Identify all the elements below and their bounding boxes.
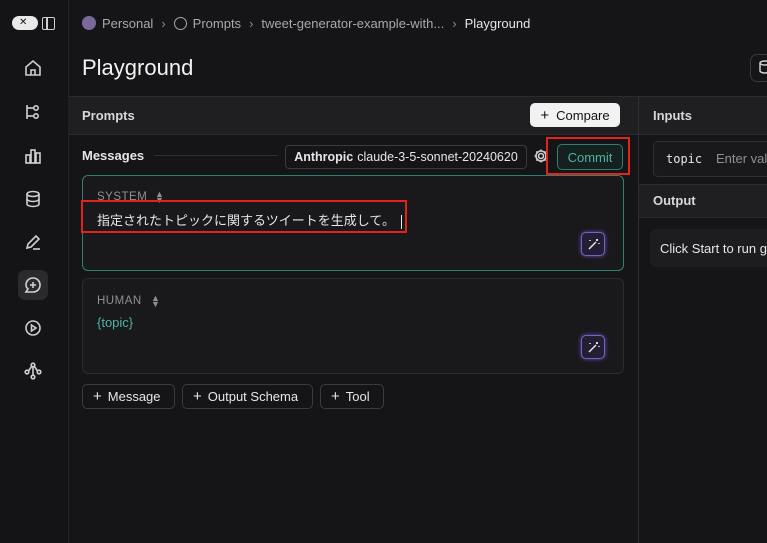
charts-icon[interactable] — [18, 141, 48, 171]
add-output-schema-label: Output Schema — [207, 389, 299, 404]
output-hint-box: Click Start to run g — [650, 229, 767, 267]
prompts-panel-header: Prompts + Compare — [68, 96, 638, 135]
chevron-right-icon: › — [452, 15, 457, 31]
prompts-icon[interactable] — [18, 270, 48, 300]
compare-label: Compare — [556, 107, 610, 123]
add-tool-button[interactable]: + Tool — [320, 384, 384, 409]
annotation-icon[interactable] — [18, 227, 48, 257]
avatar — [82, 16, 96, 30]
panel-divider[interactable] — [638, 96, 639, 543]
compare-button[interactable]: + Compare — [530, 103, 620, 127]
plus-icon: + — [193, 388, 202, 405]
highlight-box-system — [81, 200, 407, 233]
topic-input-field[interactable]: topic Enter val — [653, 141, 767, 177]
projects-icon[interactable] — [18, 97, 48, 127]
chevron-right-icon: › — [161, 15, 166, 31]
add-tool-label: Tool — [345, 389, 370, 404]
inputs-panel-title: Inputs — [653, 108, 692, 123]
sidebar-toggle-icon[interactable] — [42, 17, 55, 30]
human-message-text[interactable]: {topic} — [97, 315, 133, 330]
human-message-card[interactable]: HUMAN ▲ ▼ {topic} — [82, 278, 624, 374]
breadcrumb-prompts[interactable]: Prompts — [193, 16, 241, 31]
model-selector[interactable]: Anthropic claude-3-5-sonnet-20240620 — [285, 145, 527, 169]
wand-icon[interactable] — [581, 335, 605, 359]
breadcrumb-current: Playground — [464, 15, 531, 31]
chevron-up-down-icon[interactable]: ▲ ▼ — [151, 294, 160, 309]
prompts-panel-title: Prompts — [82, 108, 135, 123]
output-panel-header: Output — [639, 184, 767, 218]
topic-input-placeholder[interactable]: Enter val — [716, 151, 767, 166]
highlight-box-commit — [546, 137, 630, 175]
message-role-label[interactable]: HUMAN — [97, 295, 142, 307]
plus-icon: + — [540, 106, 550, 124]
input-variable-name: topic — [666, 152, 703, 166]
model-provider: Anthropic — [294, 150, 354, 164]
play-icon[interactable] — [18, 313, 48, 343]
page-title: Playground — [82, 55, 194, 80]
add-message-label: Message — [107, 389, 161, 404]
breadcrumb: Personal › Prompts › tweet-generator-exa… — [82, 15, 530, 31]
plus-icon: + — [331, 388, 340, 405]
breadcrumb-workspace[interactable]: Personal — [102, 16, 153, 31]
wand-icon[interactable] — [581, 232, 605, 256]
plus-icon: + — [93, 388, 102, 405]
database-icon — [759, 60, 767, 74]
datasets-icon[interactable] — [18, 184, 48, 214]
output-hint: Click Start to run g — [660, 241, 767, 256]
messages-label: Messages — [82, 148, 145, 163]
add-message-button[interactable]: + Message — [82, 384, 175, 409]
database-button[interactable] — [750, 54, 767, 82]
model-name: claude-3-5-sonnet-20240620 — [357, 150, 518, 164]
prompts-icon — [173, 16, 187, 30]
breadcrumb-prompt-name[interactable]: tweet-generator-example-with... — [261, 16, 444, 31]
add-output-schema-button[interactable]: + Output Schema — [182, 384, 313, 409]
divider — [154, 155, 278, 156]
chevron-right-icon: › — [249, 15, 254, 31]
output-panel-title: Output — [653, 193, 696, 208]
langsmith-logo[interactable]: ✕ — [12, 16, 38, 30]
left-rail: ✕ — [0, 0, 69, 543]
graph-icon[interactable] — [18, 356, 48, 386]
home-icon[interactable] — [18, 53, 48, 83]
inputs-panel-header: Inputs — [639, 96, 767, 135]
